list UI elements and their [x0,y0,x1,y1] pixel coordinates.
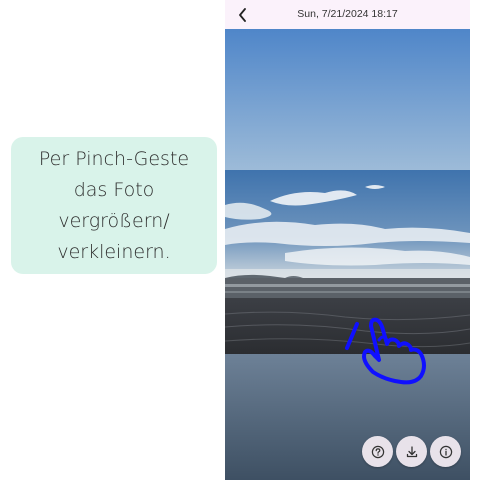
phone-screen: Sun, 7/21/2024 18:17 [225,0,470,480]
download-icon [406,445,417,457]
help-button[interactable] [362,436,393,467]
info-button[interactable] [430,436,461,467]
instruction-text: Per Pinch-Geste das Foto vergrößern/ ver… [38,147,190,263]
photo-date-title: Sun, 7/21/2024 18:17 [297,8,398,20]
info-icon [439,445,452,458]
instruction-callout: Per Pinch-Geste das Foto vergrößern/ ver… [11,137,217,274]
top-app-bar: Sun, 7/21/2024 18:17 [225,0,470,29]
beach-sunset-photo[interactable] [225,29,470,480]
help-icon [371,445,384,458]
photo-action-buttons [361,436,463,468]
pinch-gesture-icon [345,317,426,385]
download-button[interactable] [396,436,427,467]
